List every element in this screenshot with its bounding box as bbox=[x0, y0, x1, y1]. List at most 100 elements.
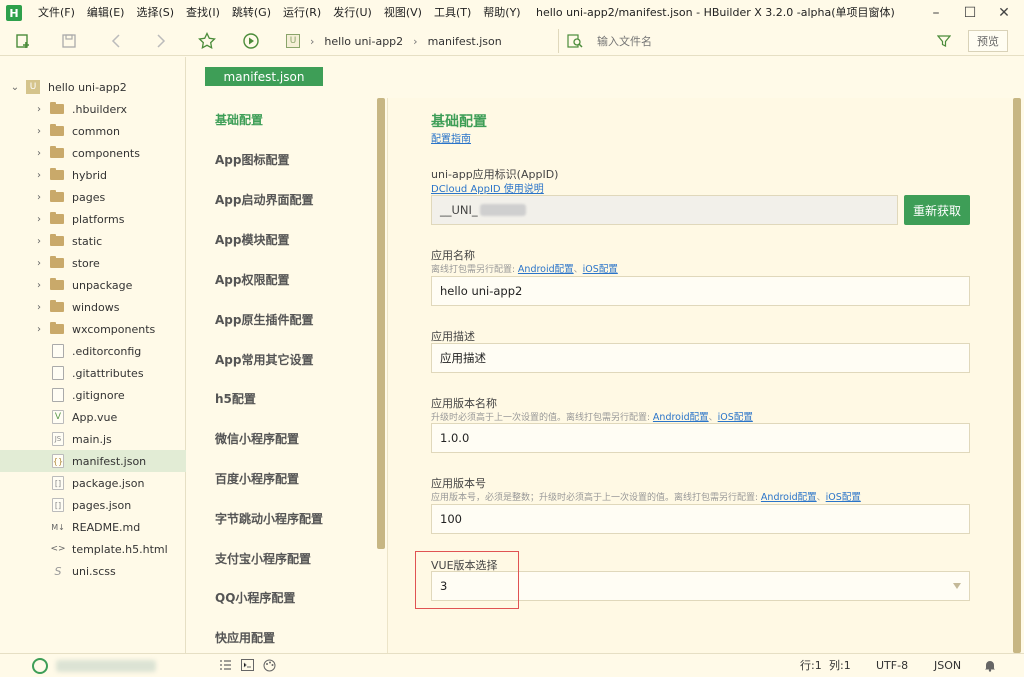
tree-folder[interactable]: › components bbox=[0, 142, 186, 164]
ios-config-link[interactable]: iOS配置 bbox=[583, 264, 618, 275]
chevron-right-icon[interactable]: › bbox=[34, 236, 44, 247]
tree-file-selected[interactable]: {} manifest.json bbox=[0, 450, 186, 472]
file-search-input[interactable] bbox=[597, 34, 897, 48]
nav-h5-config[interactable]: h5配置 bbox=[215, 390, 256, 407]
tree-folder[interactable]: › windows bbox=[0, 296, 186, 318]
nav-app-splash-config[interactable]: App启动界面配置 bbox=[215, 191, 313, 208]
nav-basic-config[interactable]: 基础配置 bbox=[215, 111, 263, 128]
menu-find[interactable]: 查找(I) bbox=[180, 0, 226, 26]
version-code-input[interactable]: 100 bbox=[431, 504, 970, 534]
config-guide-link[interactable]: 配置指南 bbox=[431, 134, 471, 145]
nav-app-permission-config[interactable]: App权限配置 bbox=[215, 271, 289, 288]
app-desc-input[interactable]: 应用描述 bbox=[431, 343, 970, 373]
tree-file[interactable]: <> template.h5.html bbox=[0, 538, 186, 560]
menu-publish[interactable]: 发行(U) bbox=[327, 0, 378, 26]
nav-app-icon-config[interactable]: App图标配置 bbox=[215, 151, 289, 168]
nav-app-other-settings[interactable]: App常用其它设置 bbox=[215, 351, 313, 368]
outline-list-icon[interactable] bbox=[218, 658, 232, 672]
breadcrumb-project[interactable]: hello uni-app2 bbox=[324, 35, 403, 48]
chevron-right-icon[interactable]: › bbox=[34, 170, 44, 181]
forward-icon[interactable] bbox=[150, 30, 172, 52]
android-config-link[interactable]: Android配置 bbox=[761, 492, 817, 503]
tree-file[interactable]: M↓ README.md bbox=[0, 516, 186, 538]
tree-file[interactable]: V App.vue bbox=[0, 406, 186, 428]
nav-qq-config[interactable]: QQ小程序配置 bbox=[215, 589, 295, 606]
dcloud-appid-help-link[interactable]: DCloud AppID 使用说明 bbox=[431, 184, 544, 195]
preview-button[interactable]: 预览 bbox=[968, 30, 1008, 52]
save-icon[interactable] bbox=[58, 30, 80, 52]
tree-label: .gitignore bbox=[72, 388, 125, 402]
nav-scrollbar[interactable] bbox=[377, 98, 385, 549]
terminal-icon[interactable] bbox=[240, 658, 254, 672]
maximize-button[interactable]: ☐ bbox=[955, 0, 985, 26]
chevron-right-icon[interactable]: › bbox=[34, 192, 44, 203]
chevron-right-icon[interactable]: › bbox=[34, 302, 44, 313]
minimize-button[interactable]: – bbox=[921, 0, 951, 26]
menu-tools[interactable]: 工具(T) bbox=[428, 0, 477, 26]
tree-folder[interactable]: › static bbox=[0, 230, 186, 252]
app-name-input[interactable]: hello uni-app2 bbox=[431, 276, 970, 306]
tree-folder[interactable]: › platforms bbox=[0, 208, 186, 230]
chevron-right-icon[interactable]: › bbox=[34, 148, 44, 159]
menu-view[interactable]: 视图(V) bbox=[378, 0, 428, 26]
filter-icon[interactable] bbox=[933, 30, 955, 52]
menu-help[interactable]: 帮助(Y) bbox=[477, 0, 526, 26]
breadcrumb-file[interactable]: manifest.json bbox=[428, 35, 502, 48]
nav-toutiao-config[interactable]: 字节跳动小程序配置 bbox=[215, 510, 323, 527]
tree-file[interactable]: .gitignore bbox=[0, 384, 186, 406]
tree-folder[interactable]: › .hbuilderx bbox=[0, 98, 186, 120]
tree-file[interactable]: .gitattributes bbox=[0, 362, 186, 384]
form-scrollbar[interactable] bbox=[1013, 98, 1021, 653]
nav-weixin-config[interactable]: 微信小程序配置 bbox=[215, 430, 299, 447]
menu-edit[interactable]: 编辑(E) bbox=[81, 0, 131, 26]
tree-project-root[interactable]: ⌄ U hello uni-app2 bbox=[0, 76, 186, 98]
tree-folder[interactable]: › common bbox=[0, 120, 186, 142]
chevron-right-icon[interactable]: › bbox=[34, 280, 44, 291]
android-config-link[interactable]: Android配置 bbox=[653, 412, 709, 423]
nav-alipay-config[interactable]: 支付宝小程序配置 bbox=[215, 550, 311, 567]
tree-file[interactable]: [] package.json bbox=[0, 472, 186, 494]
tree-file[interactable]: .editorconfig bbox=[0, 340, 186, 362]
favorite-star-icon[interactable] bbox=[196, 30, 218, 52]
chevron-down-icon[interactable]: ⌄ bbox=[10, 82, 20, 93]
tree-folder[interactable]: › wxcomponents bbox=[0, 318, 186, 340]
file-encoding[interactable]: UTF-8 bbox=[876, 654, 908, 677]
folder-icon bbox=[50, 190, 64, 202]
new-file-icon[interactable] bbox=[12, 30, 34, 52]
ios-config-link[interactable]: iOS配置 bbox=[718, 412, 753, 423]
menu-run[interactable]: 运行(R) bbox=[277, 0, 327, 26]
chevron-right-icon[interactable]: › bbox=[34, 258, 44, 269]
tree-folder[interactable]: › hybrid bbox=[0, 164, 186, 186]
menu-file[interactable]: 文件(F) bbox=[32, 0, 81, 26]
user-avatar-icon[interactable] bbox=[32, 658, 48, 674]
chevron-right-icon[interactable]: › bbox=[34, 126, 44, 137]
tree-file[interactable]: JS main.js bbox=[0, 428, 186, 450]
nav-app-native-plugin-config[interactable]: App原生插件配置 bbox=[215, 311, 313, 328]
chevron-right-icon[interactable]: › bbox=[34, 214, 44, 225]
theme-palette-icon[interactable] bbox=[262, 658, 276, 672]
tree-folder[interactable]: › unpackage bbox=[0, 274, 186, 296]
menu-goto[interactable]: 跳转(G) bbox=[226, 0, 277, 26]
version-name-input[interactable]: 1.0.0 bbox=[431, 423, 970, 453]
android-config-link[interactable]: Android配置 bbox=[518, 264, 574, 275]
file-search-icon bbox=[567, 33, 583, 52]
refetch-appid-button[interactable]: 重新获取 bbox=[904, 195, 970, 225]
language-mode[interactable]: JSON bbox=[934, 654, 961, 677]
ios-config-link[interactable]: iOS配置 bbox=[826, 492, 861, 503]
tree-file[interactable]: Suni.scss bbox=[0, 560, 186, 582]
run-icon[interactable] bbox=[240, 30, 262, 52]
tree-folder[interactable]: › pages bbox=[0, 186, 186, 208]
tree-file[interactable]: [] pages.json bbox=[0, 494, 186, 516]
close-window-button[interactable]: ✕ bbox=[989, 0, 1019, 26]
back-icon[interactable] bbox=[105, 30, 127, 52]
nav-baidu-config[interactable]: 百度小程序配置 bbox=[215, 470, 299, 487]
chevron-right-icon[interactable]: › bbox=[34, 104, 44, 115]
appid-field[interactable]: __UNI_ bbox=[431, 195, 898, 225]
nav-quickapp-config[interactable]: 快应用配置 bbox=[215, 629, 275, 646]
notification-bell-icon[interactable] bbox=[983, 658, 997, 672]
chevron-right-icon[interactable]: › bbox=[34, 324, 44, 335]
menu-select[interactable]: 选择(S) bbox=[130, 0, 180, 26]
tree-folder[interactable]: › store bbox=[0, 252, 186, 274]
editor-tab-manifest[interactable]: manifest.json bbox=[205, 67, 323, 86]
nav-app-module-config[interactable]: App模块配置 bbox=[215, 231, 289, 248]
